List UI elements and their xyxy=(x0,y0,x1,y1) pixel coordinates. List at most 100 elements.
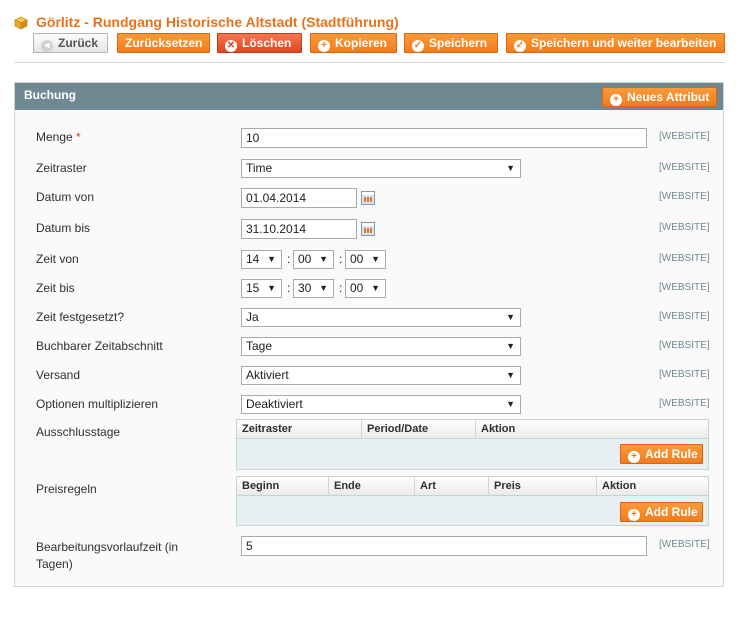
scope-label: [WEBSITE] xyxy=(659,311,710,322)
add-rule-button[interactable]: + Add Rule xyxy=(620,444,703,464)
dropdown-arrow-icon: ▼ xyxy=(267,254,276,264)
dropdown-arrow-icon: ▼ xyxy=(506,399,515,409)
dropdown-arrow-icon: ▼ xyxy=(319,254,328,264)
plus-icon: + xyxy=(628,451,640,463)
datum-von-label: Datum von xyxy=(36,190,95,204)
scope-label: [WEBSITE] xyxy=(659,340,710,351)
ausschlusstage-label: Ausschlusstage xyxy=(36,425,121,439)
datum-bis-input[interactable]: 31.10.2014 xyxy=(241,219,357,239)
delete-icon: ✕ xyxy=(225,40,237,52)
zeit-von-second-select[interactable]: 00 ▼ xyxy=(345,250,386,269)
scope-label: [WEBSITE] xyxy=(659,191,710,202)
column-header: Art xyxy=(415,477,489,495)
page-title: Görlitz - Rundgang Historische Altstadt … xyxy=(36,14,399,30)
time-separator: : xyxy=(287,252,291,266)
vorlaufzeit-input[interactable]: 5 xyxy=(241,536,647,556)
scope-label: [WEBSITE] xyxy=(659,539,710,550)
dropdown-arrow-icon: ▼ xyxy=(506,370,515,380)
calendar-icon[interactable] xyxy=(361,191,375,205)
zeit-bis-second-select[interactable]: 00 ▼ xyxy=(345,279,386,298)
scope-label: [WEBSITE] xyxy=(659,398,710,409)
scope-label: [WEBSITE] xyxy=(659,253,710,264)
copy-button[interactable]: + Kopieren xyxy=(310,33,397,53)
dropdown-arrow-icon: ▼ xyxy=(506,341,515,351)
grid-header: Beginn Ende Art Preis Aktion xyxy=(237,477,708,496)
scope-label: [WEBSITE] xyxy=(659,162,710,173)
versand-label: Versand xyxy=(36,368,81,382)
versand-select[interactable]: Aktiviert ▼ xyxy=(241,366,521,385)
preisregeln-label: Preisregeln xyxy=(36,482,97,496)
time-separator: : xyxy=(339,252,343,266)
dropdown-arrow-icon: ▼ xyxy=(267,283,276,293)
versand-value: Aktiviert xyxy=(246,368,289,382)
zeit-fest-select[interactable]: Ja ▼ xyxy=(241,308,521,327)
minute-value: 00 xyxy=(298,252,312,266)
optionen-select[interactable]: Deaktiviert ▼ xyxy=(241,395,521,414)
zeit-von-label: Zeit von xyxy=(36,252,79,266)
zeit-bis-hour-select[interactable]: 15 ▼ xyxy=(241,279,282,298)
divider xyxy=(14,62,725,63)
vorlaufzeit-label: Bearbeitungsvorlaufzeit (in Tagen) xyxy=(36,540,179,571)
column-header: Period/Date xyxy=(362,420,476,438)
time-separator: : xyxy=(287,281,291,295)
ausschlusstage-grid: Zeitraster Period/Date Aktion + Add Rule xyxy=(236,419,709,470)
delete-label: Löschen xyxy=(242,36,292,50)
grid-header: Zeitraster Period/Date Aktion xyxy=(237,420,708,439)
plus-icon: + xyxy=(628,509,640,521)
column-header: Beginn xyxy=(237,477,329,495)
zeit-bis-label: Zeit bis xyxy=(36,281,75,295)
reset-button[interactable]: Zurücksetzen xyxy=(117,33,210,53)
panel-title: Buchung xyxy=(24,88,76,102)
zeitabschnitt-value: Tage xyxy=(246,339,273,353)
copy-label: Kopieren xyxy=(335,36,388,50)
second-value: 00 xyxy=(350,281,364,295)
column-header: Zeitraster xyxy=(237,420,362,438)
delete-button[interactable]: ✕ Löschen xyxy=(217,33,302,53)
datum-bis-label: Datum bis xyxy=(36,221,91,235)
required-marker: * xyxy=(76,130,81,144)
add-rule-label: Add Rule xyxy=(645,447,698,461)
zeit-fest-label: Zeit festgesetzt? xyxy=(36,310,125,324)
zeit-von-hour-select[interactable]: 14 ▼ xyxy=(241,250,282,269)
preisregeln-grid: Beginn Ende Art Preis Aktion + Add Rule xyxy=(236,476,709,526)
back-button[interactable]: ◂ Zurück xyxy=(33,33,108,53)
zeitraster-select[interactable]: Time ▼ xyxy=(241,159,521,178)
calendar-icon[interactable] xyxy=(361,222,375,236)
dropdown-arrow-icon: ▼ xyxy=(371,283,380,293)
save-label: Speichern xyxy=(429,36,488,50)
save-continue-label: Speichern und weiter bearbeiten xyxy=(531,36,717,50)
save-continue-button[interactable]: ✓ Speichern und weiter bearbeiten xyxy=(506,33,725,53)
dropdown-arrow-icon: ▼ xyxy=(371,254,380,264)
scope-label: [WEBSITE] xyxy=(659,282,710,293)
new-attribute-label: Neues Attribut xyxy=(627,90,710,104)
plus-icon: + xyxy=(610,94,622,106)
save-button[interactable]: ✓ Speichern xyxy=(404,33,498,53)
dropdown-arrow-icon: ▼ xyxy=(506,163,515,173)
time-separator: : xyxy=(339,281,343,295)
booking-panel: Buchung + Neues Attribut Menge * 10 [WEBS… xyxy=(14,82,724,587)
zeitraster-label: Zeitraster xyxy=(36,161,87,175)
zeit-von-minute-select[interactable]: 00 ▼ xyxy=(293,250,334,269)
column-header: Ende xyxy=(329,477,415,495)
hour-value: 15 xyxy=(246,281,260,295)
menge-label: Menge * xyxy=(36,130,81,144)
column-header: Aktion xyxy=(481,423,516,435)
panel-header: Buchung + Neues Attribut xyxy=(15,83,723,110)
datum-von-input[interactable]: 01.04.2014 xyxy=(241,188,357,208)
new-attribute-button[interactable]: + Neues Attribut xyxy=(602,87,717,107)
column-header: Preis xyxy=(489,477,597,495)
add-rule-label: Add Rule xyxy=(645,505,698,519)
check-icon: ✓ xyxy=(514,40,526,52)
box-icon xyxy=(14,16,28,30)
column-header: Aktion xyxy=(602,480,637,492)
zeit-bis-minute-select[interactable]: 30 ▼ xyxy=(293,279,334,298)
zeitabschnitt-select[interactable]: Tage ▼ xyxy=(241,337,521,356)
arrow-left-icon: ◂ xyxy=(41,40,53,52)
check-icon: ✓ xyxy=(412,40,424,52)
second-value: 00 xyxy=(350,252,364,266)
menge-input[interactable]: 10 xyxy=(241,128,647,148)
menge-label-text: Menge xyxy=(36,130,73,144)
optionen-value: Deaktiviert xyxy=(246,397,303,411)
add-rule-button[interactable]: + Add Rule xyxy=(620,502,703,522)
zeitabschnitt-label: Buchbarer Zeitabschnitt xyxy=(36,339,163,353)
